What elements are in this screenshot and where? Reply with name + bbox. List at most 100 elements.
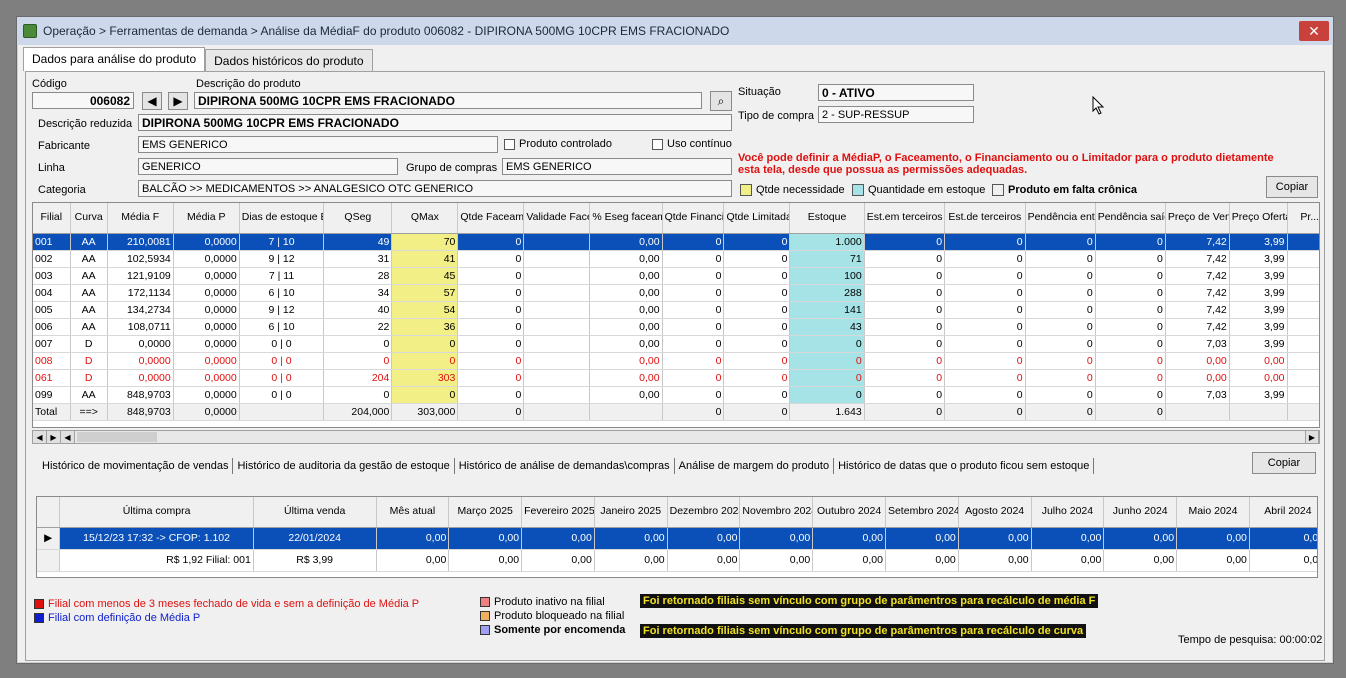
categoria-field[interactable]: BALCÃO >> MEDICAMENTOS >> ANALGESICO OTC… xyxy=(138,180,732,197)
table-cell: 0,00 xyxy=(885,549,959,572)
column-header[interactable]: Última venda xyxy=(253,497,377,528)
column-header[interactable]: % Eseg faceamento xyxy=(589,203,663,234)
column-header[interactable]: Validade Faceamento xyxy=(523,203,591,234)
column-header[interactable]: Pendência entrada xyxy=(1025,203,1096,234)
close-button[interactable]: ✕ xyxy=(1299,21,1329,41)
row-indicator-icon: ▶ xyxy=(37,527,61,550)
tab-hist-sem-estoque[interactable]: Histórico de datas que o produto ficou s… xyxy=(834,458,1095,474)
column-header[interactable]: Média F xyxy=(107,203,174,234)
table-row[interactable]: 003 AA 121,9109 0,0000 7 | 11 28 45 0 0,00 0 0 100 0… xyxy=(33,267,1319,285)
column-header[interactable]: Janeiro 2025 xyxy=(594,497,668,528)
column-header[interactable]: Média P xyxy=(173,203,240,234)
table-cell: 0,00 xyxy=(448,527,523,550)
column-header[interactable]: Curva xyxy=(70,203,108,234)
column-header[interactable]: Est.de terceiros xyxy=(944,203,1026,234)
table-row[interactable]: 099 AA 848,9703 0,0000 0 | 0 0 0 0 0,00 0 0 0 0 0 0 0 7,… xyxy=(33,386,1319,404)
table-row[interactable]: 004 AA 172,1134 0,0000 6 | 10 34 57 0 0,00 0 0 288 0… xyxy=(33,284,1319,302)
analysis-panel: Código 006082 ◀ ▶ Descrição do produto D… xyxy=(25,71,1325,661)
scroll-first-icon[interactable]: ◀ xyxy=(33,431,47,443)
column-header[interactable]: Última compra xyxy=(59,497,254,528)
column-header[interactable]: QMax xyxy=(391,203,459,234)
table-row[interactable]: 008 D 0,0000 0,0000 0 | 0 0 0 0 0,00 0 0 0 0 0 0 0 0,00 0… xyxy=(33,352,1319,370)
column-header[interactable]: Agosto 2024 xyxy=(958,497,1032,528)
scroll-next-icon[interactable]: ▶ xyxy=(47,431,61,443)
column-header[interactable]: Abril 2024 xyxy=(1249,497,1317,528)
tipo-compra-field[interactable]: 2 - SUP-RESSUP xyxy=(818,106,974,123)
table-cell: 0 xyxy=(723,369,791,387)
history-grid[interactable]: Última compra Última venda Mês atual Março … xyxy=(36,496,1318,578)
search-icon[interactable]: ⌕ xyxy=(710,91,732,111)
table-cell: 0,0000 xyxy=(107,352,174,370)
tab-dados-analise[interactable]: Dados para análise do produto xyxy=(23,47,206,71)
next-arrow-icon[interactable]: ▶ xyxy=(168,92,188,110)
column-header[interactable]: Qtde Limitada xyxy=(723,203,791,234)
column-header[interactable]: Estoque xyxy=(789,203,865,234)
table-row[interactable]: 005 AA 134,2734 0,0000 9 | 12 40 54 0 0,00 0 0 141 0… xyxy=(33,301,1319,319)
tab-hist-vendas[interactable]: Histórico de movimentação de vendas xyxy=(38,458,234,474)
column-header[interactable]: Fevereiro 2025 xyxy=(521,497,595,528)
table-cell: 0,00 xyxy=(376,549,450,572)
column-header[interactable]: Pr... xyxy=(1287,203,1319,234)
table-cell: 0 xyxy=(1095,369,1166,387)
table-cell: 0 xyxy=(789,352,865,370)
column-header[interactable]: Est.em terceiros xyxy=(864,203,946,234)
tab-hist-auditoria[interactable]: Histórico de auditoria da gestão de esto… xyxy=(233,458,455,474)
scroll-left-icon[interactable]: ◀ xyxy=(61,431,75,443)
column-header[interactable]: Maio 2024 xyxy=(1176,497,1250,528)
column-header[interactable]: Preço de Venda xyxy=(1165,203,1230,234)
codigo-field[interactable]: 006082 xyxy=(32,92,134,109)
produto-controlado-checkbox[interactable]: Produto controlado xyxy=(504,138,612,150)
tab-analise-margem[interactable]: Análise de margem do produto xyxy=(675,458,835,474)
column-header[interactable]: Março 2025 xyxy=(448,497,523,528)
table-row[interactable]: 061 D 0,0000 0,0000 0 | 0 204 303 0 0,00 0 0 0 0 0 0 0 0… xyxy=(33,369,1319,387)
scroll-thumb[interactable] xyxy=(77,432,157,442)
table-row[interactable]: 002 AA 102,5934 0,0000 9 | 12 31 41 0 0,00 0 0 71 0 0… xyxy=(33,250,1319,268)
table-cell: 57 xyxy=(391,284,459,302)
column-header[interactable]: Novembro 2024 xyxy=(739,497,814,528)
column-header[interactable]: Qtde Financiado xyxy=(662,203,725,234)
table-row[interactable]: 001 AA 210,0081 0,0000 7 | 10 49 70 0 0,00 0 0 1.00… xyxy=(33,233,1319,251)
tab-dados-historicos[interactable]: Dados históricos do produto xyxy=(205,49,373,71)
table-row[interactable]: 007 D 0,0000 0,0000 0 | 0 0 0 0 0,00 0 0 0 0 0 0 0 7,03 3… xyxy=(33,335,1319,353)
column-header[interactable]: Setembro 2024 xyxy=(885,497,959,528)
column-header[interactable]: Junho 2024 xyxy=(1103,497,1178,528)
tab-hist-demandas[interactable]: Histórico de análise de demandas\compras xyxy=(455,458,675,474)
column-header[interactable]: Julho 2024 xyxy=(1031,497,1105,528)
uso-continuo-checkbox[interactable]: Uso contínuo xyxy=(652,138,732,150)
situacao-field[interactable]: 0 - ATIVO xyxy=(818,84,974,101)
grid-hscroll[interactable]: ◀ ▶ ◀ ▶ xyxy=(32,430,1320,444)
table-cell: 0 | 0 xyxy=(239,335,325,353)
column-header[interactable]: Outubro 2024 xyxy=(812,497,886,528)
table-cell: 28 xyxy=(323,267,393,285)
table-row[interactable]: 006 AA 108,0711 0,0000 6 | 10 22 36 0 0,00 0 0 43 0 0… xyxy=(33,318,1319,336)
desc-reduzida-field[interactable]: DIPIRONA 500MG 10CPR EMS FRACIONADO xyxy=(138,114,732,131)
filial-grid[interactable]: Filial Curva Média F Média P Dias de estoque… xyxy=(32,202,1320,428)
column-header[interactable]: Dezembro 2024 xyxy=(667,497,741,528)
copiar-button[interactable]: Copiar xyxy=(1266,176,1318,198)
column-header[interactable]: Mês atual xyxy=(376,497,450,528)
total-cell xyxy=(239,402,325,421)
table-cell: 40 xyxy=(323,301,393,319)
table-row[interactable]: R$ 1,92 Filial: 001 R$ 3,99 0,00 0,00 0,00 0,… xyxy=(37,549,1317,572)
scroll-right-icon[interactable]: ▶ xyxy=(1305,431,1319,443)
categoria-label: Categoria xyxy=(38,184,86,196)
table-cell: 0 xyxy=(457,267,525,285)
table-cell: 0 xyxy=(662,267,725,285)
prev-arrow-icon[interactable]: ◀ xyxy=(142,92,162,110)
table-row[interactable]: ▶ 15/12/23 17:32 -> CFOP: 1.102 22/01/2024… xyxy=(37,527,1317,550)
column-header[interactable]: QSeg xyxy=(323,203,393,234)
total-cell: 1.643 xyxy=(789,402,865,421)
grupo-field[interactable]: EMS GENERICO xyxy=(502,158,732,175)
copiar-hist-button[interactable]: Copiar xyxy=(1252,452,1316,474)
column-header[interactable]: Filial xyxy=(33,203,71,234)
column-header[interactable]: Pendência saída xyxy=(1095,203,1166,234)
column-header[interactable]: Preço Oferta xyxy=(1229,203,1288,234)
column-header[interactable]: Dias de estoque Eseg | Emax xyxy=(239,203,325,234)
linha-field[interactable]: GENERICO xyxy=(138,158,398,175)
table-cell: 0 xyxy=(457,318,525,336)
fabricante-field[interactable]: EMS GENERICO xyxy=(138,136,498,153)
table-cell: 0,00 xyxy=(667,527,741,550)
table-cell xyxy=(523,369,591,387)
column-header[interactable]: Qtde Faceamento xyxy=(457,203,525,234)
descricao-field[interactable]: DIPIRONA 500MG 10CPR EMS FRACIONADO xyxy=(194,92,702,109)
